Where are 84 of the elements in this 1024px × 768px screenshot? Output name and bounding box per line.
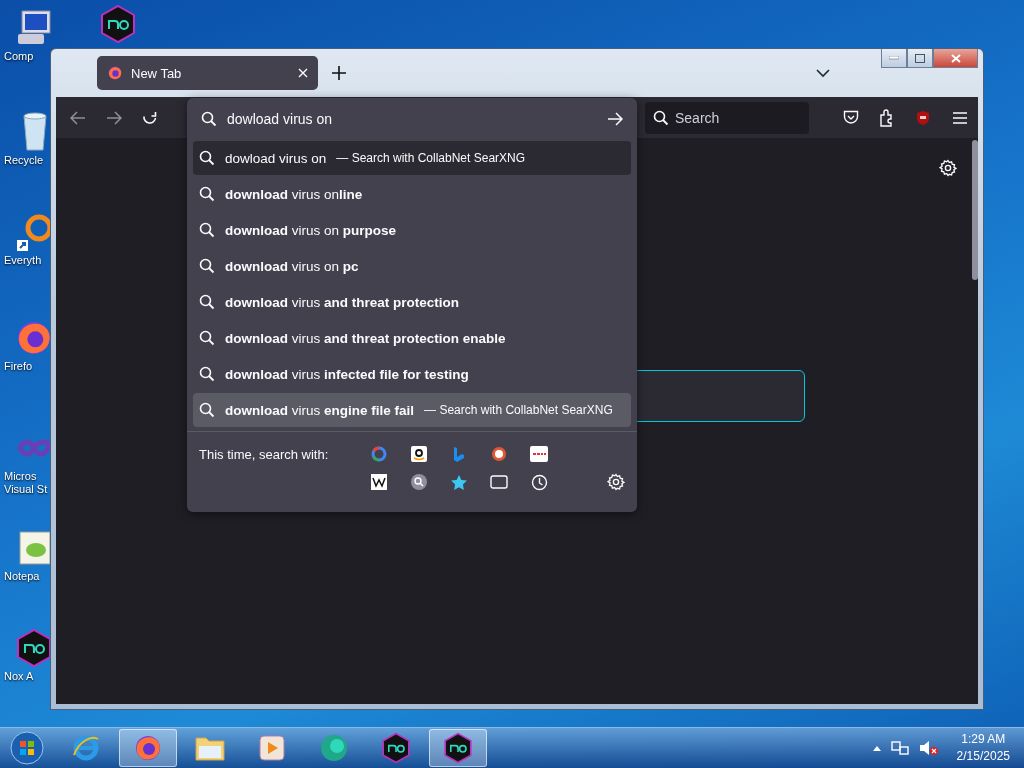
extensions-button[interactable] — [879, 108, 895, 127]
one-off-label: This time, search with: — [199, 446, 330, 462]
suggestion-text: download virus on purpose — [225, 222, 397, 238]
maximize-button[interactable] — [907, 49, 933, 68]
suggestion-row[interactable]: download virus on pc — [193, 249, 631, 283]
close-icon — [950, 53, 961, 63]
tab-list-button[interactable] — [816, 68, 830, 78]
show-hidden-icons-icon[interactable] — [872, 745, 881, 751]
menu-button[interactable] — [953, 111, 967, 124]
firefox-icon — [107, 65, 123, 81]
suggestion-row[interactable]: download virus and threat protection — [193, 285, 631, 319]
suggestion-row[interactable]: download virus engine file fail — Search with CollabNet SearXNG — [193, 393, 631, 427]
desktop-icon-label[interactable]: Everyth — [4, 254, 50, 267]
tab-icon[interactable] — [490, 475, 508, 489]
firefox-icon — [133, 733, 163, 763]
shop-logo-icon[interactable] — [530, 446, 548, 462]
suggestion-row[interactable]: download virus on purpose — [193, 213, 631, 247]
go-arrow-icon[interactable] — [607, 111, 623, 126]
b-logo-icon[interactable] — [452, 446, 466, 462]
settings-icon[interactable] — [939, 159, 957, 177]
suggestion-row[interactable]: dowload virus on — Search with CollabNet SearXNG — [193, 141, 631, 175]
search-icon — [199, 258, 215, 274]
desktop-icon-label[interactable]: Nox A — [4, 670, 50, 683]
search-icon[interactable] — [411, 474, 427, 490]
new-tab-button[interactable] — [332, 66, 346, 80]
star-icon[interactable] — [450, 473, 468, 491]
settings-icon[interactable] — [607, 473, 625, 491]
network-icon[interactable] — [890, 740, 909, 756]
suggestion-row[interactable]: download virus and threat protection enable — [193, 321, 631, 355]
desktop-icon-label[interactable]: Notepa — [4, 570, 50, 583]
suggestion-row[interactable]: download virus infected file for testing — [193, 357, 631, 391]
search-icon — [201, 110, 217, 127]
start-button[interactable] — [10, 731, 44, 765]
search-field[interactable]: Search — [645, 101, 809, 134]
search-icon — [199, 330, 215, 346]
suggestion-text: download virus and threat protection enable — [225, 330, 506, 346]
orb-icon — [319, 733, 349, 763]
w-logo-icon[interactable] — [371, 474, 387, 490]
taskbar-button[interactable] — [429, 729, 487, 767]
search-engine-hint: — Search with CollabNet SearXNG — [336, 151, 526, 165]
search-icon — [199, 186, 215, 202]
reload-button[interactable] — [142, 109, 158, 126]
suggestion-text: download virus infected file for testing — [225, 366, 469, 382]
suggestion-text: download virus on pc — [225, 258, 359, 274]
suggestion-text: dowload virus on — [225, 150, 327, 166]
desktop-icon-label[interactable]: Micros Visual St — [4, 470, 50, 496]
scrollbar-thumb[interactable] — [972, 140, 978, 280]
suggestion-text: download virus online — [225, 186, 363, 202]
nox-icon — [380, 732, 412, 764]
pocket-button[interactable] — [843, 110, 859, 125]
back-button[interactable] — [70, 110, 86, 125]
search-icon — [199, 366, 215, 382]
suggestion-text: download virus engine file fail — [225, 402, 415, 418]
folder-icon — [194, 734, 226, 762]
suggestion-row[interactable]: download virus online — [193, 177, 631, 211]
address-field[interactable]: dowload virus on — [227, 110, 597, 127]
forward-button[interactable] — [106, 110, 122, 125]
duck-logo-icon[interactable] — [491, 446, 507, 462]
search-icon — [199, 294, 215, 310]
search-icon — [653, 109, 669, 126]
desktop-icon-label[interactable]: Recycle — [4, 154, 50, 167]
clock-icon[interactable] — [530, 473, 548, 491]
close-button[interactable] — [933, 49, 978, 68]
desktop-icon-label[interactable]: Firefo — [4, 360, 50, 373]
shield-extension-button[interactable] — [915, 109, 931, 126]
desktop-icon-label[interactable]: Comp — [4, 50, 50, 63]
search-icon — [199, 222, 215, 238]
volume-muted-icon[interactable] — [918, 740, 939, 756]
search-icon — [199, 150, 215, 166]
smile-logo-icon[interactable] — [411, 446, 427, 462]
minimize-button[interactable] — [881, 49, 907, 68]
g-logo-icon[interactable] — [371, 446, 387, 462]
close-icon[interactable] — [298, 68, 308, 78]
browser-tab[interactable]: New Tab — [97, 56, 318, 90]
play-icon — [259, 735, 285, 761]
globe-icon — [71, 733, 101, 763]
nox-icon — [442, 732, 474, 764]
suggestion-text: download virus and threat protection — [225, 294, 460, 310]
nox-icon — [98, 4, 138, 44]
clock[interactable]: 1:29 AM 2/15/2025 — [956, 731, 1010, 765]
maximize-icon — [915, 53, 925, 63]
search-engine-hint: — Search with CollabNet SearXNG — [424, 403, 613, 417]
minimize-icon — [889, 56, 899, 60]
search-icon — [199, 402, 215, 418]
